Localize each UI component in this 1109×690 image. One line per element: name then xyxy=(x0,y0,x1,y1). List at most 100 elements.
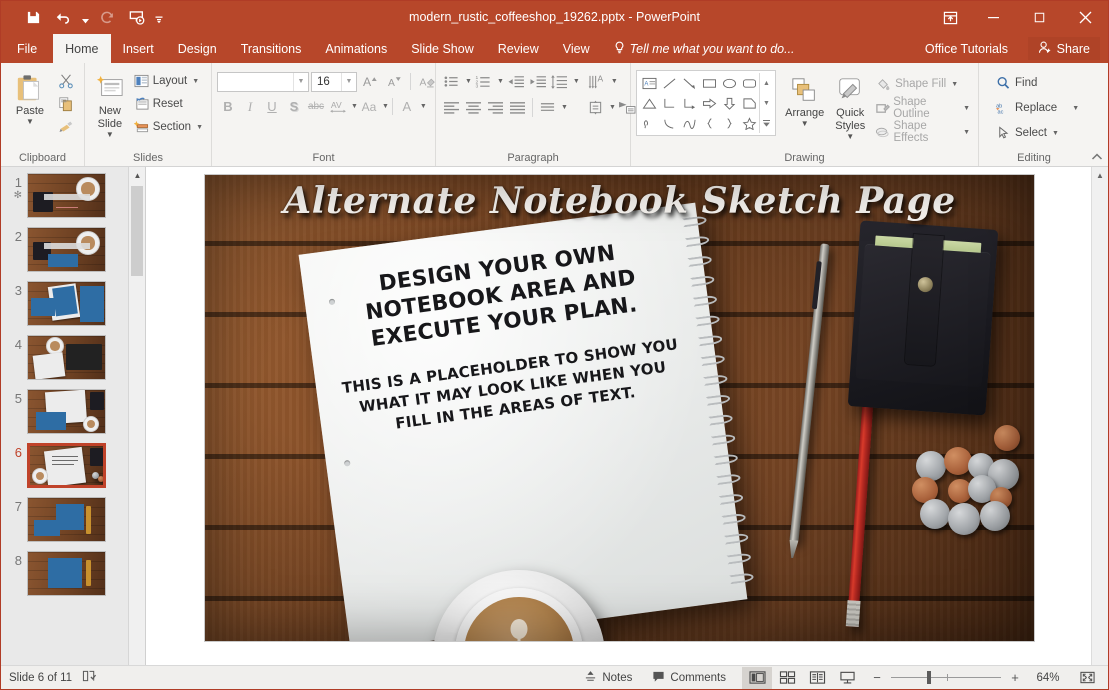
rectangle-shape-icon[interactable] xyxy=(699,73,719,93)
scribble-shape-icon[interactable] xyxy=(639,113,659,133)
star-shape-icon[interactable] xyxy=(739,113,759,133)
tab-slide-show[interactable]: Slide Show xyxy=(399,34,486,63)
right-brace-shape-icon[interactable] xyxy=(719,113,739,133)
bold-button[interactable]: B xyxy=(217,96,239,117)
text-direction-icon[interactable]: A xyxy=(587,71,608,92)
reset-button[interactable]: Reset xyxy=(130,93,206,115)
minimize-icon[interactable] xyxy=(970,1,1016,34)
tab-file[interactable]: File xyxy=(1,34,54,63)
text-shadow-button[interactable]: S xyxy=(283,96,305,117)
comments-button[interactable]: Comments xyxy=(642,666,736,690)
pentagon-shape-icon[interactable] xyxy=(739,93,759,113)
triangle-shape-icon[interactable] xyxy=(639,93,659,113)
columns-icon[interactable] xyxy=(537,97,558,118)
shapes-scrollbar[interactable]: ▲ ▼ xyxy=(759,73,773,133)
layout-button[interactable]: Layout ▼ xyxy=(130,70,206,92)
increase-font-size-icon[interactable]: A xyxy=(359,71,381,92)
shapes-scroll-down-icon[interactable]: ▼ xyxy=(760,93,773,113)
shape-outline-button[interactable]: Shape Outline ▼ xyxy=(872,96,973,120)
select-dropdown-icon[interactable]: ▼ xyxy=(1052,130,1059,137)
line-arrow-shape-icon[interactable] xyxy=(679,73,699,93)
shapes-gallery[interactable]: A ▲ ▼ xyxy=(636,70,776,136)
slideshow-icon[interactable] xyxy=(123,5,151,31)
find-button[interactable]: Find xyxy=(992,72,1082,94)
collapse-ribbon-icon[interactable] xyxy=(1090,150,1104,164)
thumbnail-scrollbar[interactable]: ▲ ▼ xyxy=(128,167,145,688)
canvas-vertical-scrollbar[interactable]: ▲ ▼ xyxy=(1091,167,1108,688)
font-color-dropdown-icon[interactable]: ▼ xyxy=(420,103,427,110)
align-text-dropdown-icon[interactable]: ▼ xyxy=(609,104,616,111)
increase-indent-icon[interactable] xyxy=(527,71,548,92)
slide-thumbnail-8[interactable]: 8 xyxy=(1,551,128,596)
save-icon[interactable] xyxy=(19,5,47,31)
elbow-arrow-connector-shape-icon[interactable] xyxy=(679,93,699,113)
character-spacing-button[interactable]: AV xyxy=(327,96,349,117)
tab-animations[interactable]: Animations xyxy=(313,34,399,63)
section-dropdown-icon[interactable]: ▼ xyxy=(196,124,203,131)
slide-canvas[interactable]: DESIGN YOUR OWN NOTEBOOK AREA AND EXECUT… xyxy=(205,175,1034,641)
slide-sorter-view-button[interactable] xyxy=(772,667,802,689)
right-arrow-shape-icon[interactable] xyxy=(699,93,719,113)
slide-thumbnail-3[interactable]: 3 xyxy=(1,281,128,326)
tell-me-search[interactable]: Tell me what you want to do... xyxy=(602,34,795,63)
tab-transitions[interactable]: Transitions xyxy=(229,34,314,63)
change-case-button[interactable]: Aa xyxy=(358,96,380,117)
rounded-rectangle-shape-icon[interactable] xyxy=(739,73,759,93)
oval-shape-icon[interactable] xyxy=(719,73,739,93)
customize-quick-access-toolbar-icon[interactable] xyxy=(153,5,165,31)
strikethrough-button[interactable]: abc xyxy=(305,96,327,117)
curve-shape-icon[interactable] xyxy=(679,113,699,133)
line-spacing-icon[interactable] xyxy=(549,71,570,92)
justify-icon[interactable] xyxy=(507,97,528,118)
account-name[interactable]: Office Tutorials xyxy=(925,34,1008,63)
text-box-shape-icon[interactable]: A xyxy=(639,73,659,93)
share-button[interactable]: Share xyxy=(1027,37,1100,60)
align-left-icon[interactable] xyxy=(441,97,462,118)
zoom-level-label[interactable]: 64% xyxy=(1029,672,1067,684)
arrange-button[interactable]: Arrange ▼ xyxy=(781,70,828,128)
bullets-icon[interactable] xyxy=(441,71,462,92)
shapes-scroll-up-icon[interactable]: ▲ xyxy=(760,73,773,93)
font-size-dropdown-icon[interactable]: ▼ xyxy=(341,72,356,91)
shape-outline-dropdown-icon[interactable]: ▼ xyxy=(963,105,970,112)
slide-thumbnail-1[interactable]: 1 ✻ xyxy=(1,173,128,218)
tab-review[interactable]: Review xyxy=(486,34,551,63)
slide-thumbnail-6[interactable]: 6 xyxy=(1,443,128,488)
copy-icon[interactable] xyxy=(54,93,78,115)
thumbnail-scroll-thumb[interactable] xyxy=(131,186,143,276)
zoom-slider[interactable] xyxy=(891,671,1001,684)
close-icon[interactable] xyxy=(1062,1,1108,34)
line-shape-icon[interactable] xyxy=(659,73,679,93)
notes-button[interactable]: Notes xyxy=(574,666,642,690)
tab-home[interactable]: Home xyxy=(53,34,111,63)
character-spacing-dropdown-icon[interactable]: ▼ xyxy=(351,103,358,110)
replace-button[interactable]: ab ac Replace ▼ xyxy=(992,97,1082,119)
down-arrow-shape-icon[interactable] xyxy=(719,93,739,113)
text-direction-dropdown-icon[interactable]: ▼ xyxy=(611,78,618,85)
clear-formatting-icon[interactable]: A xyxy=(416,71,438,92)
tab-view[interactable]: View xyxy=(551,34,602,63)
change-case-dropdown-icon[interactable]: ▼ xyxy=(382,103,389,110)
ribbon-display-options-icon[interactable] xyxy=(930,1,970,34)
font-name-dropdown-icon[interactable]: ▼ xyxy=(293,72,308,91)
accessibility-check-icon[interactable] xyxy=(82,669,97,686)
left-brace-shape-icon[interactable] xyxy=(699,113,719,133)
section-button[interactable]: Section ▼ xyxy=(130,116,206,138)
format-painter-icon[interactable] xyxy=(54,116,78,138)
shape-effects-dropdown-icon[interactable]: ▼ xyxy=(963,129,970,136)
line-spacing-dropdown-icon[interactable]: ▼ xyxy=(573,78,580,85)
shapes-more-icon[interactable] xyxy=(760,113,773,133)
slide-thumbnail-5[interactable]: 5 xyxy=(1,389,128,434)
italic-button[interactable]: I xyxy=(239,96,261,117)
normal-view-button[interactable] xyxy=(742,666,772,689)
canvas-scroll-up-icon[interactable]: ▲ xyxy=(1092,167,1108,184)
slide-thumbnail-7[interactable]: 7 xyxy=(1,497,128,542)
underline-button[interactable]: U xyxy=(261,96,283,117)
maximize-icon[interactable] xyxy=(1016,1,1062,34)
slide-thumbnail-2[interactable]: 2 xyxy=(1,227,128,272)
align-right-icon[interactable] xyxy=(485,97,506,118)
quick-styles-dropdown-icon[interactable]: ▼ xyxy=(846,133,854,141)
replace-dropdown-icon[interactable]: ▼ xyxy=(1072,105,1079,112)
shape-effects-button[interactable]: Shape Effects ▼ xyxy=(872,120,973,144)
align-text-icon[interactable] xyxy=(585,97,606,118)
